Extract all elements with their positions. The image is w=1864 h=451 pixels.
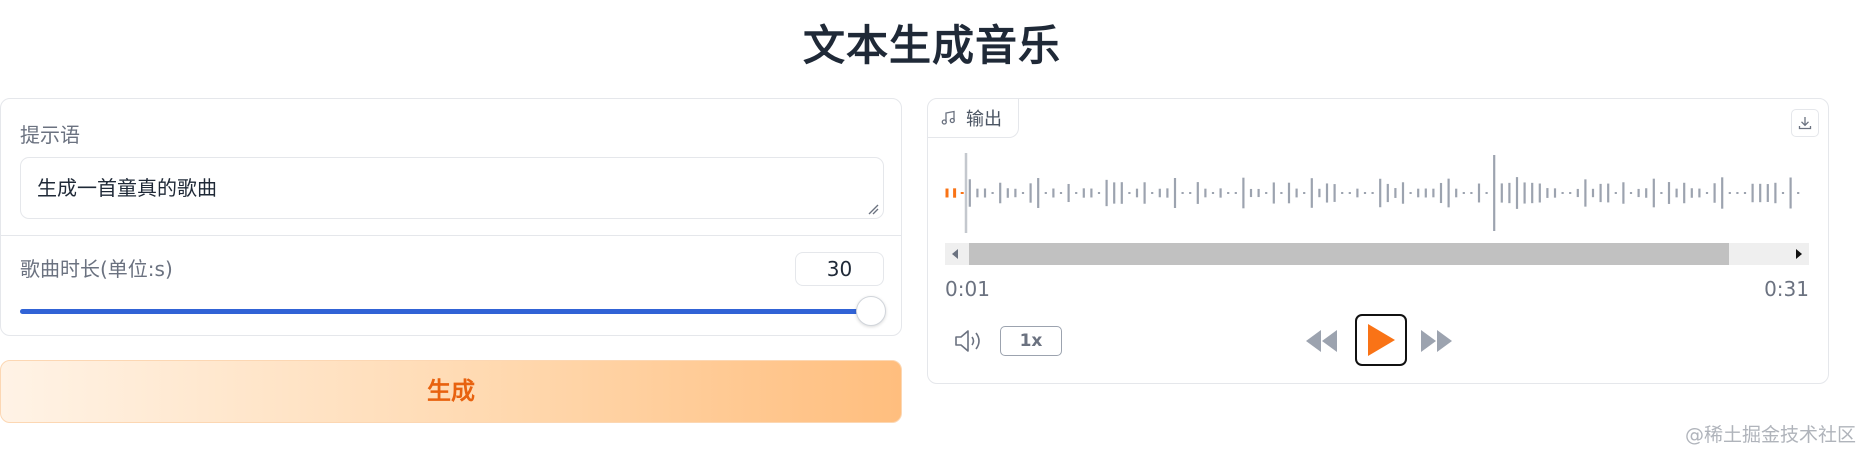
output-label: 输出 — [966, 109, 1002, 130]
rewind-icon[interactable] — [1304, 328, 1340, 354]
divider — [1, 235, 901, 236]
scrollbar-thumb[interactable] — [969, 243, 1729, 265]
total-time: 0:31 — [1764, 277, 1809, 301]
music-note-icon — [941, 110, 955, 125]
download-button[interactable] — [1791, 109, 1819, 137]
playback-speed-button[interactable]: 1x — [1000, 326, 1062, 356]
prompt-textarea[interactable]: 生成一首童真的歌曲 — [20, 157, 884, 219]
duration-label: 歌曲时长(单位:s) — [20, 257, 173, 281]
waveform-scrollbar[interactable] — [945, 243, 1809, 265]
input-panel: 提示语 生成一首童真的歌曲 歌曲时长(单位:s) 30 — [0, 98, 902, 336]
watermark: @稀土掘金技术社区 — [1684, 424, 1856, 446]
generate-button[interactable]: 生成 — [0, 360, 902, 423]
volume-icon[interactable] — [953, 327, 985, 355]
output-panel: 输出 0:01 0:31 1x — [927, 98, 1829, 384]
scroll-left-arrow-icon[interactable] — [951, 249, 959, 259]
resize-handle-icon[interactable] — [867, 203, 879, 215]
duration-number-input[interactable]: 30 — [795, 252, 884, 286]
page-title: 文本生成音乐 — [802, 21, 1061, 70]
prompt-text: 生成一首童真的歌曲 — [37, 176, 217, 200]
slider-thumb[interactable] — [856, 296, 886, 326]
play-icon — [1368, 324, 1395, 356]
play-button[interactable] — [1355, 314, 1407, 366]
output-tab: 输出 — [928, 99, 1019, 138]
fast-forward-icon[interactable] — [1418, 328, 1454, 354]
scroll-right-arrow-icon[interactable] — [1795, 249, 1803, 259]
slider-fill — [20, 309, 872, 314]
audio-waveform[interactable] — [945, 153, 1809, 233]
duration-slider[interactable] — [20, 309, 872, 314]
current-time: 0:01 — [945, 277, 990, 301]
download-icon — [1798, 117, 1812, 130]
prompt-label: 提示语 — [20, 123, 80, 147]
